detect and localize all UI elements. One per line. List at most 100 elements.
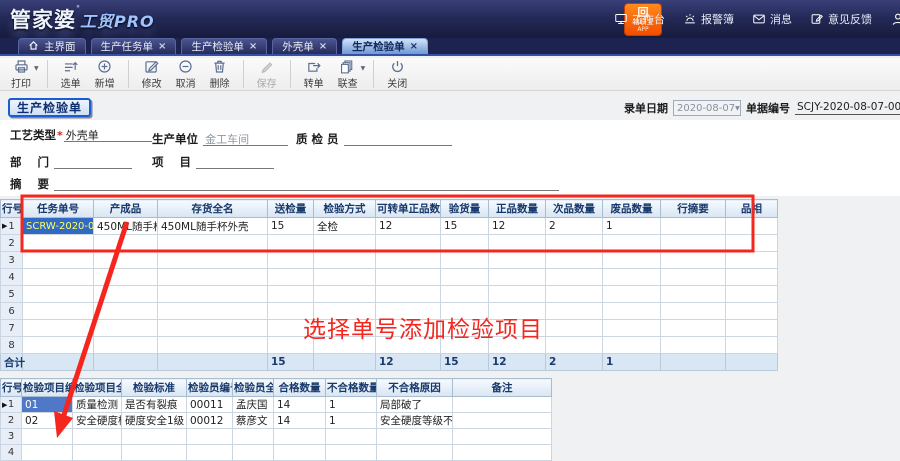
nav-workbench[interactable]: 工作台	[614, 11, 665, 27]
row-number-cell[interactable]: 4	[1, 269, 23, 286]
row-number-cell[interactable]: 3	[1, 252, 23, 269]
cell[interactable]	[158, 320, 268, 337]
cell[interactable]	[377, 429, 453, 445]
cell[interactable]	[376, 269, 441, 286]
cell-pass-qty[interactable]: 14	[274, 413, 326, 429]
print-button[interactable]: 打印	[4, 58, 38, 90]
summary-field[interactable]	[54, 176, 559, 191]
cell[interactable]	[726, 252, 778, 269]
cell-item-code[interactable]: 01	[22, 397, 73, 413]
cell-product[interactable]: 450ML随手杯	[94, 218, 158, 235]
cell-inspector-name[interactable]: 蔡彦文	[233, 413, 274, 429]
cell-inspector-name[interactable]: 孟庆国	[233, 397, 274, 413]
cell[interactable]	[326, 445, 377, 461]
cell[interactable]	[661, 286, 726, 303]
cell[interactable]	[726, 286, 778, 303]
cell[interactable]	[94, 269, 158, 286]
linked-query-button[interactable]: 联查	[331, 58, 365, 90]
cell[interactable]	[489, 303, 546, 320]
cell[interactable]	[661, 235, 726, 252]
tab-inspection-1[interactable]: 生产检验单 ×	[181, 38, 267, 54]
cell-remark[interactable]	[453, 413, 552, 429]
cell-grade[interactable]	[726, 218, 778, 235]
tab-production-task[interactable]: 生产任务单 ×	[91, 38, 177, 54]
cell[interactable]	[158, 286, 268, 303]
cell[interactable]	[726, 235, 778, 252]
cell[interactable]	[441, 337, 489, 354]
cell[interactable]	[314, 252, 376, 269]
cell-pass-qty[interactable]: 14	[274, 397, 326, 413]
delete-button[interactable]: 删除	[203, 58, 237, 90]
cell-qty-sent[interactable]: 15	[268, 218, 314, 235]
cell[interactable]	[274, 429, 326, 445]
cell[interactable]	[376, 235, 441, 252]
cell[interactable]	[661, 337, 726, 354]
cell[interactable]	[453, 445, 552, 461]
cell[interactable]	[376, 337, 441, 354]
cell-inspector-code[interactable]: 00012	[187, 413, 233, 429]
cell[interactable]	[441, 303, 489, 320]
cell[interactable]	[376, 286, 441, 303]
cell[interactable]	[726, 320, 778, 337]
cell[interactable]	[603, 320, 661, 337]
tab-home[interactable]: 主界面	[18, 38, 86, 54]
cell-fail-reason[interactable]: 安全硬度等级不够	[377, 413, 453, 429]
cell[interactable]	[94, 303, 158, 320]
cell[interactable]	[453, 429, 552, 445]
cell-item-code[interactable]: 02	[22, 413, 73, 429]
cell[interactable]	[187, 445, 233, 461]
cell-method[interactable]: 全检	[314, 218, 376, 235]
cell-good-qty[interactable]: 12	[489, 218, 546, 235]
cell[interactable]	[122, 429, 187, 445]
nav-feedback[interactable]: 意见反馈	[810, 11, 872, 27]
cell[interactable]	[603, 286, 661, 303]
cell[interactable]	[158, 303, 268, 320]
cell[interactable]	[661, 252, 726, 269]
cell[interactable]	[73, 429, 122, 445]
linked-query-dropdown-arrow[interactable]: ▼	[361, 65, 366, 72]
cell[interactable]	[489, 286, 546, 303]
cell[interactable]	[158, 337, 268, 354]
close-button[interactable]: 关闭	[380, 58, 414, 90]
cell[interactable]	[94, 286, 158, 303]
tab-inspection-active[interactable]: 生产检验单 ×	[342, 38, 428, 54]
cell-defective-qty[interactable]: 2	[546, 218, 603, 235]
cell[interactable]	[73, 445, 122, 461]
cancel-button[interactable]: 取消	[169, 58, 203, 90]
cell[interactable]	[441, 252, 489, 269]
row-number-cell[interactable]: 2	[1, 413, 22, 429]
cell[interactable]	[23, 269, 94, 286]
cell[interactable]	[546, 303, 603, 320]
cell[interactable]	[489, 269, 546, 286]
row-number-cell[interactable]: 6	[1, 303, 23, 320]
cell[interactable]	[22, 429, 73, 445]
cell[interactable]	[546, 286, 603, 303]
row-number-cell[interactable]: 4	[1, 445, 22, 461]
cell-stock-name[interactable]: 450ML随手杯外壳	[158, 218, 268, 235]
cell[interactable]	[726, 303, 778, 320]
cell[interactable]	[314, 286, 376, 303]
nav-alarm[interactable]: 报警簿	[683, 11, 734, 27]
add-button[interactable]: 新增	[88, 58, 122, 90]
cell[interactable]	[122, 445, 187, 461]
cell[interactable]	[268, 337, 314, 354]
cell[interactable]	[326, 429, 377, 445]
cell[interactable]	[314, 337, 376, 354]
cell[interactable]	[661, 320, 726, 337]
cell[interactable]	[22, 445, 73, 461]
cell[interactable]	[274, 445, 326, 461]
record-date-select[interactable]: 2020-08-07 ▼	[673, 100, 741, 116]
cell[interactable]	[376, 252, 441, 269]
cell-row-summary[interactable]	[661, 218, 726, 235]
cell[interactable]	[441, 235, 489, 252]
cell[interactable]	[94, 235, 158, 252]
close-icon[interactable]: ×	[158, 42, 166, 52]
row-number-cell[interactable]: ▶1	[1, 397, 22, 413]
cell-standard[interactable]: 硬度安全1级	[122, 413, 187, 429]
cell[interactable]	[233, 429, 274, 445]
cell[interactable]	[187, 429, 233, 445]
cell[interactable]	[314, 320, 376, 337]
cell[interactable]	[94, 320, 158, 337]
cell[interactable]	[268, 252, 314, 269]
cell[interactable]	[314, 303, 376, 320]
